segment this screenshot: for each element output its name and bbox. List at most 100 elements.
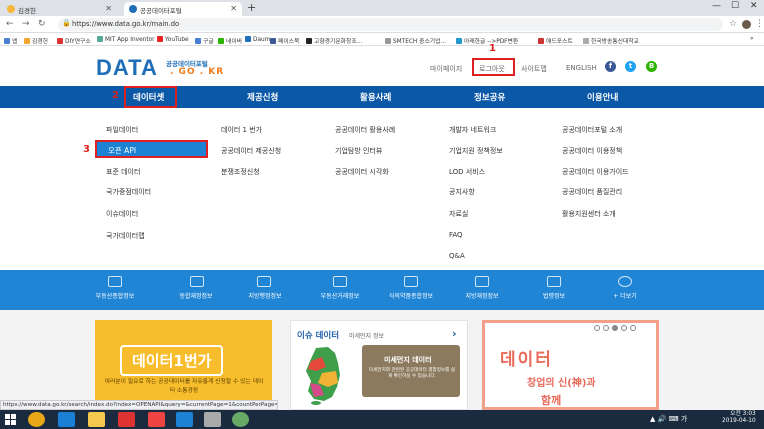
forward-icon[interactable]: → [22, 19, 30, 29]
mypage-link[interactable]: 마이페이지 [430, 64, 462, 74]
menu-standard-data[interactable]: 표준 데이터 [106, 167, 140, 177]
tab-close-icon[interactable]: ✕ [230, 4, 237, 13]
bookmark-item[interactable]: SMTECH 중소기업... [385, 36, 446, 45]
ie-icon[interactable] [58, 412, 75, 427]
category-finance[interactable]: 동합재정정보 [161, 291, 231, 300]
gnb-guide[interactable]: 이용안내 [587, 91, 618, 103]
menu-dots-icon[interactable]: ⋮ [755, 19, 764, 29]
clock-time: 오전 3:03 [730, 411, 756, 417]
carousel-dot[interactable] [603, 325, 609, 331]
menu-use-cases[interactable]: 공공데이터 활용사례 [335, 125, 395, 135]
menu-portal-intro[interactable]: 공공데이터포털 소개 [562, 125, 622, 135]
category-real-estate[interactable]: 부동산종합정보 [80, 291, 150, 300]
annotation-number-1: 1 [489, 43, 496, 54]
menu-issue-data[interactable]: 이슈데이터 [106, 209, 138, 219]
link-status-bar: https://www.data.go.kr/search/index.do?i… [0, 400, 278, 410]
system-tray[interactable]: ▲ 🔊 ⌨ 가 [650, 414, 687, 424]
startup-tagline: 함께 [541, 394, 562, 407]
bookmark-item[interactable]: 애드포스트 [538, 36, 573, 45]
carousel-dot[interactable] [630, 325, 636, 331]
bookmark-item[interactable]: Daum [245, 36, 270, 43]
folder-icon[interactable] [88, 412, 105, 427]
app-icon[interactable] [148, 412, 165, 427]
category-more[interactable]: + 더보기 [590, 291, 660, 300]
category-food-drug[interactable]: 식의약품종합정보 [376, 291, 446, 300]
blog-icon[interactable]: B [646, 61, 657, 72]
profile-avatar[interactable] [742, 20, 751, 29]
menu-dispute[interactable]: 분쟁조정신청 [221, 167, 260, 177]
browser-tab-bar: 김경헌 ✕ 공공데이터포털 ✕ + — ☐ ✕ [0, 0, 764, 16]
next-arrow-icon[interactable]: › [452, 327, 457, 340]
app-icon[interactable] [118, 412, 135, 427]
url-input[interactable]: 🔒 https://www.data.go.kr/main.do [58, 18, 723, 31]
category-local-finance[interactable]: 지방재정정보 [447, 291, 517, 300]
menu-provide-request[interactable]: 공공데이터 제공신청 [221, 146, 281, 156]
tab-close-icon[interactable]: ✕ [105, 4, 112, 13]
menu-lod[interactable]: LOD 서비스 [449, 167, 485, 177]
reload-icon[interactable]: ↻ [38, 19, 46, 29]
carousel-dot[interactable] [621, 325, 627, 331]
tab-0[interactable]: 김경헌 ✕ [2, 2, 117, 16]
gnb-usecases[interactable]: 활용사례 [360, 91, 391, 103]
menu-national-key-data[interactable]: 국가중점데이터 [106, 187, 151, 197]
bookmark-star-icon[interactable]: ☆ [729, 19, 737, 29]
category-real-estate-trade[interactable]: 부동산거래정보 [305, 291, 375, 300]
bookmark-item[interactable]: 고향경기문화창조... [306, 36, 362, 45]
app-icon[interactable] [204, 412, 221, 427]
gnb-request[interactable]: 제공신청 [247, 91, 278, 103]
gnb-info-share[interactable]: 정보공유 [474, 91, 505, 103]
app-icon[interactable] [176, 412, 193, 427]
twitter-icon[interactable]: t [625, 61, 636, 72]
menu-library[interactable]: 자료실 [449, 209, 468, 219]
tab-1[interactable]: 공공데이터포털 ✕ [124, 2, 242, 16]
bookmark-item[interactable]: 구글 [195, 36, 214, 45]
bookmark-item[interactable]: 김경헌 [24, 36, 48, 45]
menu-use-guide[interactable]: 공공데이터 이용가이드 [562, 167, 629, 177]
menu-open-api[interactable]: 오픈 API [95, 140, 208, 158]
category-law[interactable]: 법령정보 [519, 291, 589, 300]
bookmark-item[interactable]: YouTube [157, 36, 189, 43]
close-window-button[interactable]: ✕ [750, 1, 758, 11]
bookmark-item[interactable]: 네이버 [218, 36, 242, 45]
menu-file-data[interactable]: 파일데이터 [106, 125, 138, 135]
menu-policy-info[interactable]: 기업지원 정책정보 [449, 146, 503, 156]
category-local-admin[interactable]: 지방행정정보 [230, 291, 300, 300]
bookmark-item[interactable]: MIT App Inventor [97, 36, 155, 43]
facebook-icon[interactable]: f [605, 61, 616, 72]
minimize-button[interactable]: — [712, 1, 721, 11]
menu-national-data-map[interactable]: 국가데이터맵 [106, 231, 145, 241]
menu-faq[interactable]: FAQ [449, 231, 463, 239]
menu-interview[interactable]: 기업탐방 인터뷰 [335, 146, 382, 156]
banner-description: 여러분이 필요로 하는 공공데이터를 자유롭게 신청할 수 있는 데이터 소통광… [104, 379, 264, 394]
menu-visualization[interactable]: 공공데이터 시각화 [335, 167, 389, 177]
carousel-dot-active[interactable] [612, 325, 618, 331]
menu-support-center[interactable]: 활용지원센터 소개 [562, 209, 616, 219]
chrome-icon[interactable] [28, 412, 45, 427]
bookmark-item[interactable]: 아래한글 -->PDF변환 [456, 36, 518, 45]
carousel-dot[interactable] [594, 325, 600, 331]
sitemap-link[interactable]: 사이트맵 [521, 64, 547, 74]
document-icon [257, 276, 271, 287]
clock[interactable]: 오전 3:03 2019-04-10 [722, 411, 756, 425]
menu-quality[interactable]: 공공데이터 품질관리 [562, 187, 622, 197]
windows-start-icon[interactable] [2, 411, 20, 428]
menu-use-policy[interactable]: 공공데이터 이용정책 [562, 146, 622, 156]
site-logo[interactable]: DATA [96, 55, 158, 81]
english-link[interactable]: ENGLISH [566, 64, 597, 72]
menu-qna[interactable]: Q&A [449, 252, 465, 260]
app-icon[interactable] [232, 412, 249, 427]
back-icon[interactable]: ← [6, 19, 14, 29]
bookmark-item[interactable]: 앱 [4, 36, 17, 45]
logo-domain: . GO . KR [170, 67, 225, 77]
tab-favicon-icon [129, 5, 137, 13]
money-icon [475, 276, 489, 287]
menu-notice[interactable]: 공지사항 [449, 187, 475, 197]
bookmark-item[interactable]: 한국방송통신대학교 [583, 36, 639, 45]
bookmark-item[interactable]: 페이스북 [270, 36, 299, 45]
menu-data-1st-street[interactable]: 데이터 1 번가 [221, 125, 262, 135]
new-tab-button[interactable]: + [247, 1, 256, 14]
maximize-button[interactable]: ☐ [731, 1, 739, 11]
bookmark-item[interactable]: DIY연구소 [57, 36, 91, 45]
menu-dev-network[interactable]: 개발자 네트워크 [449, 125, 496, 135]
more-bookmarks-icon[interactable]: » [750, 36, 754, 42]
